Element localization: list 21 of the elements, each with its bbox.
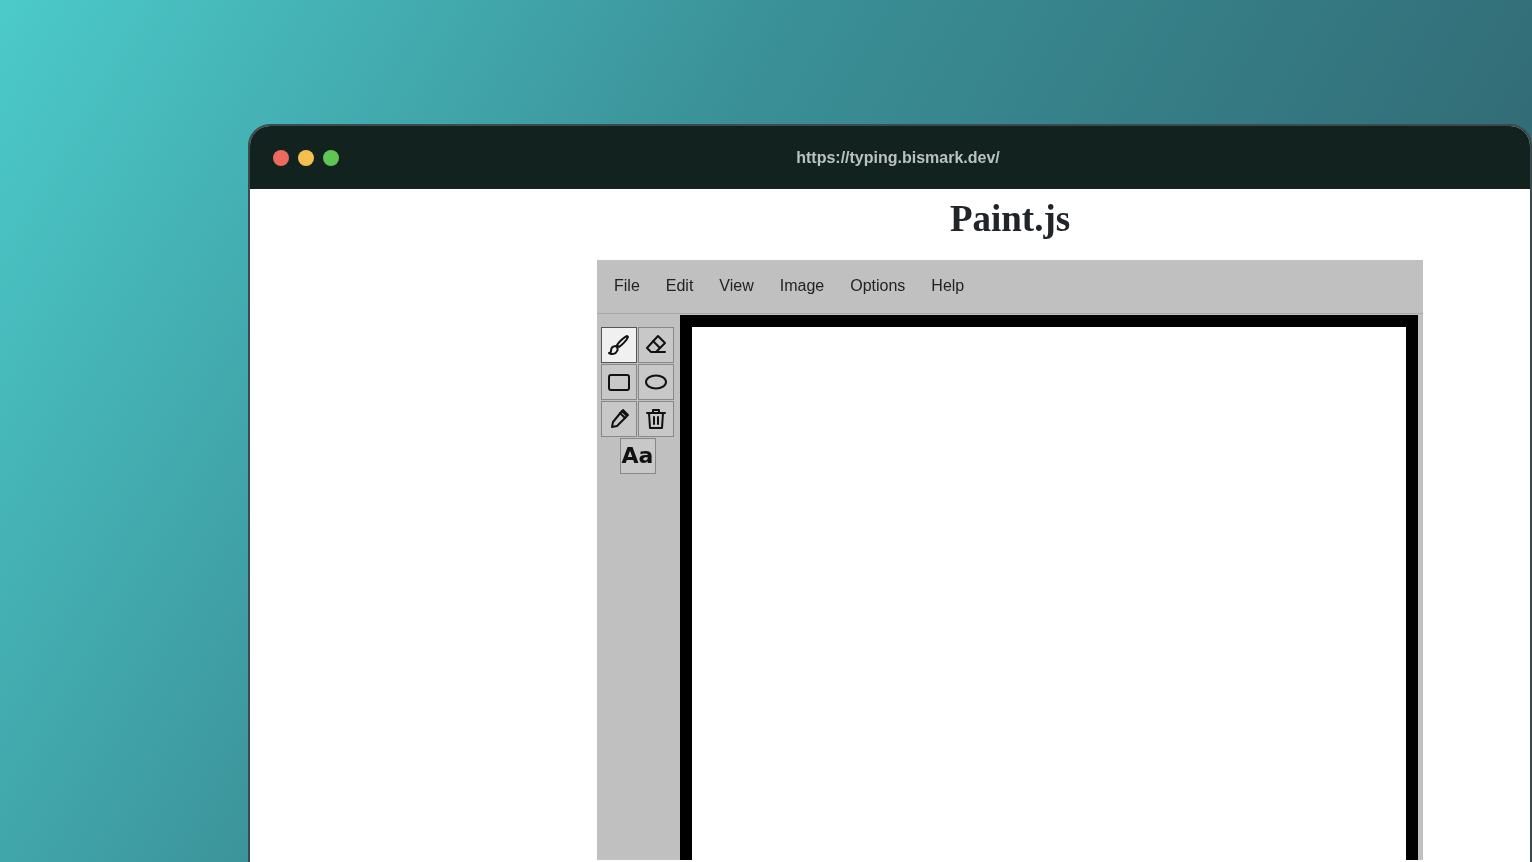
brush-icon — [607, 332, 631, 357]
menu-item[interactable]: View — [706, 270, 767, 303]
menu-item[interactable]: Image — [766, 270, 838, 303]
menu-item[interactable]: Help — [918, 270, 978, 303]
url-text: https://typing.bismark.dev/ — [796, 148, 1000, 166]
minimize-dot[interactable] — [298, 149, 314, 166]
trash-tool-button[interactable] — [638, 400, 674, 437]
close-dot[interactable] — [273, 149, 289, 166]
eyedropper-tool-button[interactable] — [601, 400, 637, 437]
text-tool-button[interactable]: Aa — [619, 437, 656, 474]
eraser-tool-button[interactable] — [638, 326, 674, 363]
rectangle-tool-button[interactable] — [601, 363, 637, 400]
page-title: Paint.js — [949, 199, 1071, 240]
menu-item[interactable]: File — [601, 270, 653, 303]
menu-item[interactable]: Options — [837, 270, 919, 303]
trash-icon — [644, 406, 668, 431]
menu-item[interactable]: Edit — [652, 270, 707, 303]
maximize-dot[interactable] — [323, 149, 339, 166]
brush-tool-button[interactable] — [601, 326, 637, 363]
ellipse-tool-button[interactable] — [638, 363, 674, 400]
drawing-canvas[interactable] — [680, 314, 1418, 860]
